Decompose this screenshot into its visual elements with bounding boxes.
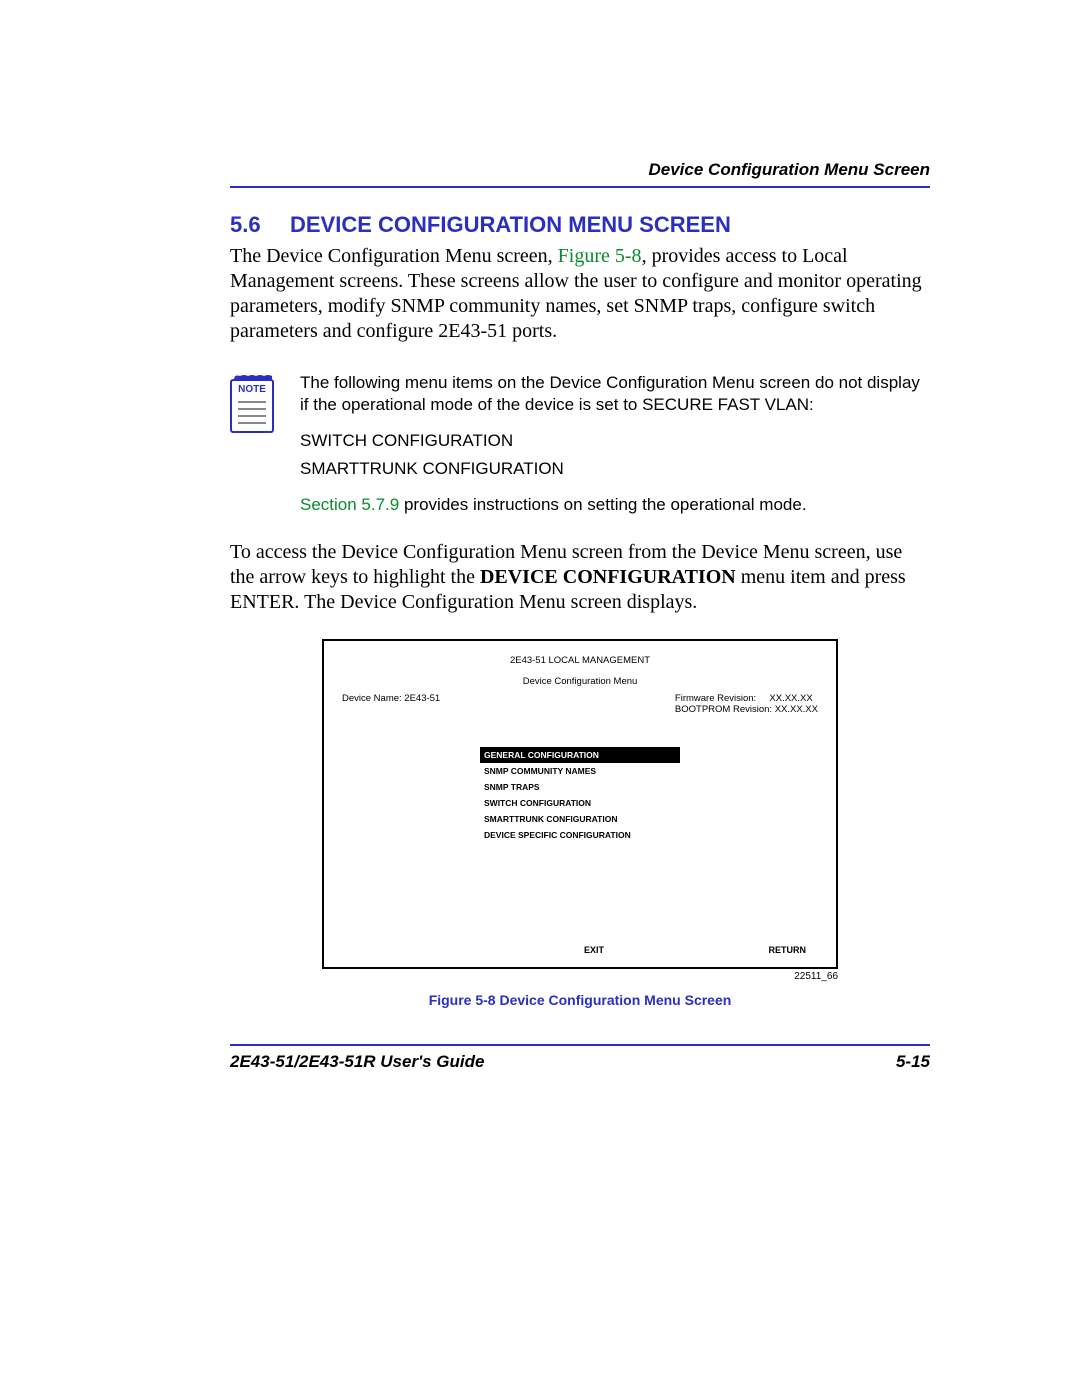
page-content: Device Configuration Menu Screen 5.6DEVI…: [0, 0, 1080, 1152]
figure-caption: Figure 5-8 Device Configuration Menu Scr…: [322, 992, 838, 1008]
note-line1: The following menu items on the Device C…: [300, 372, 930, 416]
menu-list: GENERAL CONFIGURATION SNMP COMMUNITY NAM…: [480, 747, 680, 843]
screen-title1: 2E43-51 LOCAL MANAGEMENT: [342, 655, 818, 666]
note-icon: NOTE: [230, 372, 282, 516]
note-text: The following menu items on the Device C…: [300, 372, 930, 516]
section-title: DEVICE CONFIGURATION MENU SCREEN: [290, 212, 731, 237]
screen-border: 2E43-51 LOCAL MANAGEMENT Device Configur…: [322, 639, 838, 969]
device-name-label: Device Name: 2E43-51: [342, 693, 440, 715]
section-link[interactable]: Section 5.7.9: [300, 495, 399, 514]
para1-pre: The Device Configuration Menu screen,: [230, 245, 558, 267]
note-ref-rest: provides instructions on setting the ope…: [399, 495, 806, 514]
menu-item-snmp-traps[interactable]: SNMP TRAPS: [480, 779, 680, 795]
fw-val: XX.XX.XX: [769, 693, 812, 704]
access-paragraph: To access the Device Configuration Menu …: [230, 540, 930, 615]
note-block: NOTE The following menu items on the Dev…: [230, 372, 930, 516]
note-item2: SMARTTRUNK CONFIGURATION: [300, 458, 930, 480]
para2-bold: DEVICE CONFIGURATION: [480, 566, 736, 588]
bp-val: XX.XX.XX: [775, 704, 818, 715]
page-footer: 2E43-51/2E43-51R User's Guide 5-15: [230, 1044, 930, 1072]
menu-item-snmp-community[interactable]: SNMP COMMUNITY NAMES: [480, 763, 680, 779]
screen-title2: Device Configuration Menu: [342, 676, 818, 687]
note-item1: SWITCH CONFIGURATION: [300, 430, 930, 452]
figure-id: 22511_66: [322, 971, 838, 982]
menu-item-switch-config[interactable]: SWITCH CONFIGURATION: [480, 795, 680, 811]
note-badge-text: NOTE: [238, 384, 266, 395]
figure-link[interactable]: Figure 5-8: [558, 245, 642, 267]
section-number: 5.6: [230, 212, 290, 238]
menu-item-general[interactable]: GENERAL CONFIGURATION: [480, 747, 680, 763]
intro-paragraph: The Device Configuration Menu screen, Fi…: [230, 244, 930, 344]
exit-action[interactable]: EXIT: [584, 945, 604, 955]
running-header: Device Configuration Menu Screen: [230, 160, 930, 188]
figure-wrap: 2E43-51 LOCAL MANAGEMENT Device Configur…: [230, 639, 930, 1008]
section-heading: 5.6DEVICE CONFIGURATION MENU SCREEN: [230, 212, 930, 238]
screen-actions: EXIT RETURN: [324, 945, 836, 955]
fw-label: Firmware Revision:: [675, 693, 756, 704]
return-action[interactable]: RETURN: [769, 945, 807, 955]
menu-item-smarttrunk[interactable]: SMARTTRUNK CONFIGURATION: [480, 811, 680, 827]
bp-label: BOOTPROM Revision:: [675, 704, 772, 715]
footer-right: 5-15: [896, 1052, 930, 1072]
menu-item-device-specific[interactable]: DEVICE SPECIFIC CONFIGURATION: [480, 827, 680, 843]
footer-left: 2E43-51/2E43-51R User's Guide: [230, 1052, 484, 1072]
